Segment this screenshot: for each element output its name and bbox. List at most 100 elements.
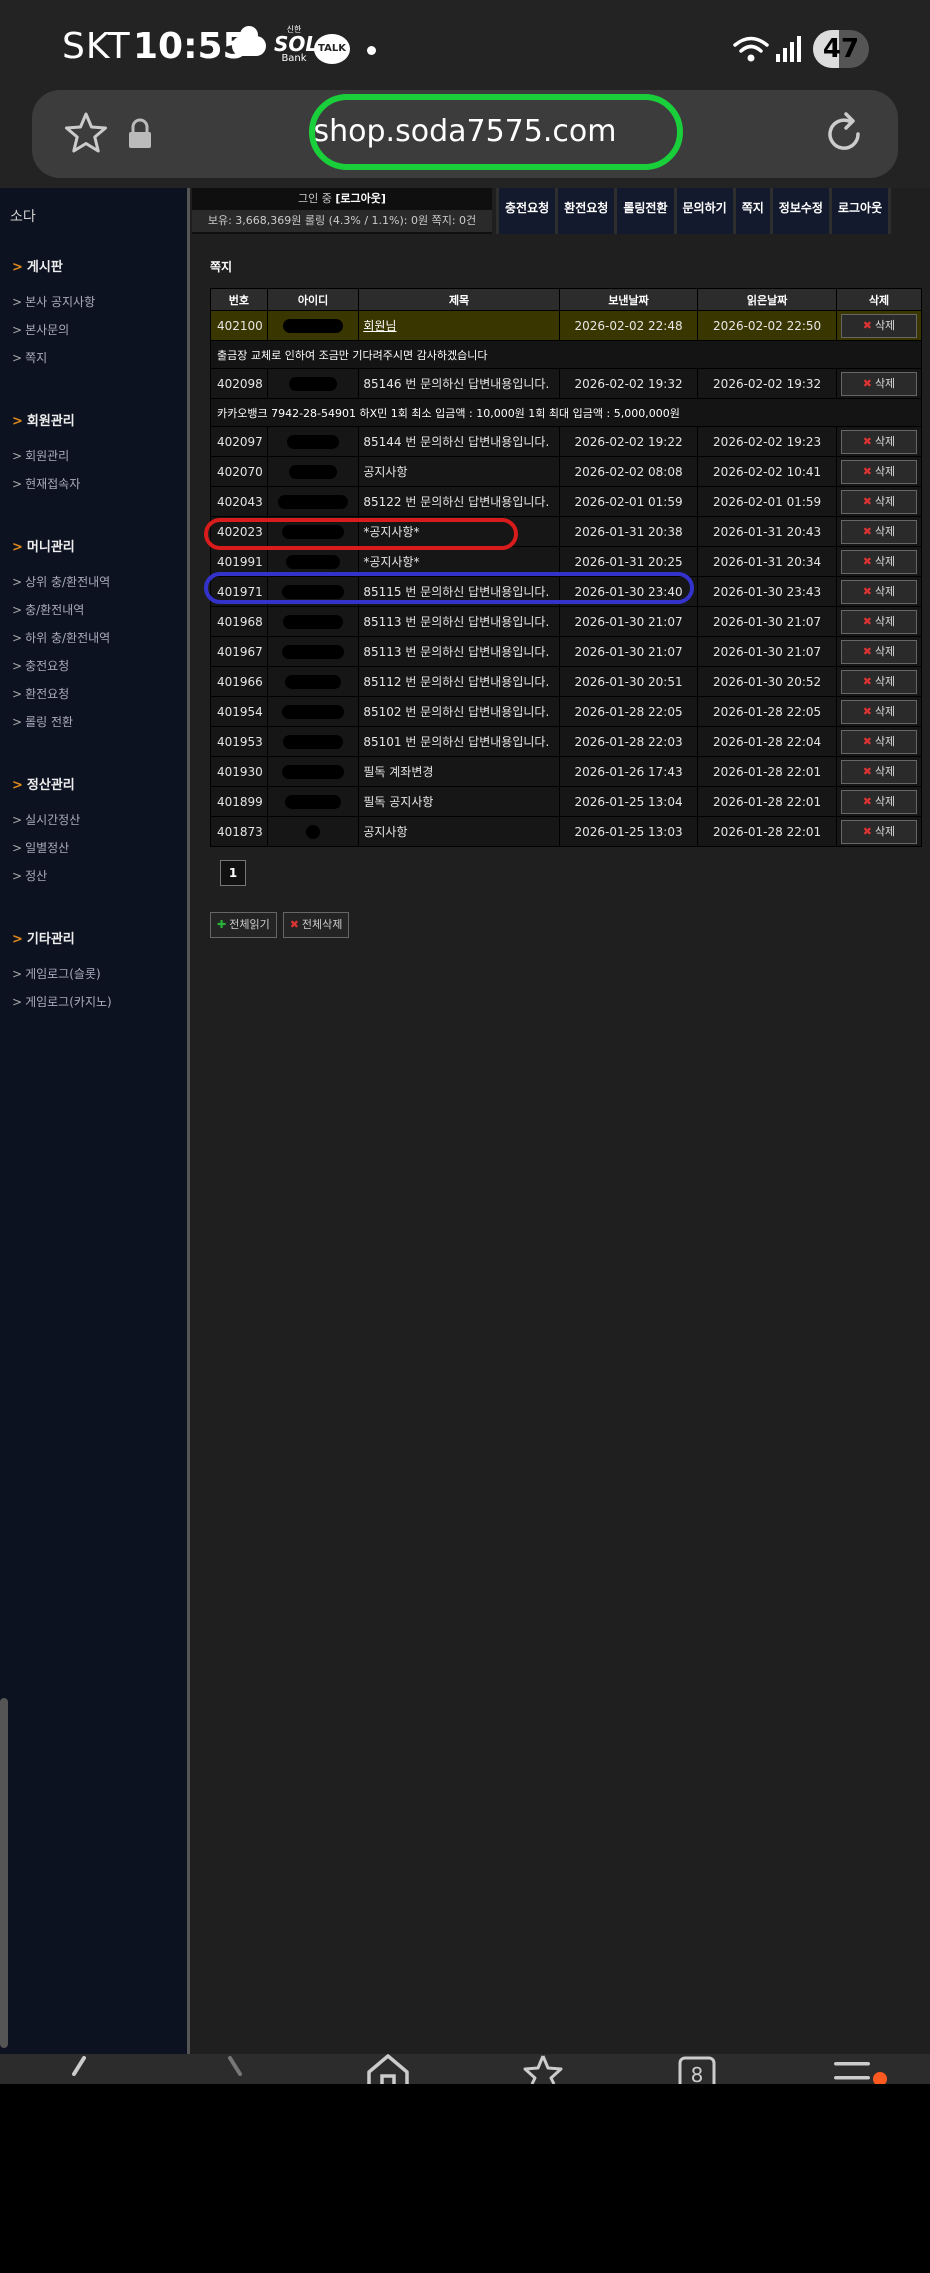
table-row[interactable]: 402097 85144 번 문의하신 답변내용입니다. 2026-02-02 19… xyxy=(210,426,923,457)
delete-button[interactable]: ✖ 삭제 xyxy=(840,669,917,694)
sidebar-group-title[interactable]: > 게시판 xyxy=(0,248,187,288)
sidebar-item[interactable]: > 쪽지 xyxy=(0,344,187,372)
sidebar-item[interactable]: > 상위 충/환전내역 xyxy=(0,568,187,596)
delete-button[interactable]: ✖ 삭제 xyxy=(840,699,917,724)
menu-icon[interactable] xyxy=(828,2054,878,2084)
nav-button[interactable]: 충전요청 xyxy=(496,188,559,234)
nav-button[interactable]: 문의하기 xyxy=(676,188,736,234)
sidebar-item[interactable]: > 회원관리 xyxy=(0,442,187,470)
nav-button[interactable]: 정보수정 xyxy=(772,188,832,234)
sidebar-item[interactable]: > 게임로그(카지노) xyxy=(0,988,187,1016)
delete-button[interactable]: ✖ 삭제 xyxy=(840,789,917,814)
nav-button[interactable]: 로그아웃 xyxy=(831,188,892,234)
message-subject-link[interactable]: 회원님 xyxy=(363,319,396,333)
delete-x-icon: ✖ xyxy=(862,644,872,658)
message-subject[interactable]: 85113 번 문의하신 답변내용입니다. xyxy=(363,615,549,629)
cloud-icon xyxy=(232,26,266,56)
message-no: 401873 xyxy=(210,816,268,847)
arrow-right-icon: > xyxy=(12,659,23,673)
table-row[interactable]: 401968 85113 번 문의하신 답변내용입니다. 2026-01-30 21… xyxy=(210,606,923,637)
message-subject[interactable]: 필독 계좌변경 xyxy=(363,765,433,779)
delete-button[interactable]: ✖ 삭제 xyxy=(840,579,917,604)
sidebar-item[interactable]: > 롤링 전환 xyxy=(0,708,187,736)
delete-button[interactable]: ✖ 삭제 xyxy=(840,313,917,338)
message-subject[interactable]: 공지사항 xyxy=(363,825,407,839)
read-date: 2026-01-28 22:01 xyxy=(697,816,837,847)
table-row[interactable]: 401930 필독 계좌변경 2026-01-26 17:43 2026-01-28 … xyxy=(210,756,923,787)
table-row[interactable]: 401873 공지사항 2026-01-25 13:03 2026-01-28 22:… xyxy=(210,816,923,847)
back-icon[interactable] xyxy=(54,2054,104,2084)
pagination-page[interactable]: 1 xyxy=(220,860,246,886)
delete-button[interactable]: ✖ 삭제 xyxy=(840,371,917,396)
message-subject[interactable]: 85144 번 문의하신 답변내용입니다. xyxy=(363,435,549,449)
message-subject[interactable]: 85112 번 문의하신 답변내용입니다. xyxy=(363,675,549,689)
nav-button[interactable]: 쪽지 xyxy=(735,188,773,234)
redacted-user-id xyxy=(266,726,360,757)
delete-button[interactable]: ✖ 삭제 xyxy=(840,489,917,514)
delete-x-icon: ✖ xyxy=(862,524,872,538)
delete-button[interactable]: ✖ 삭제 xyxy=(840,459,917,484)
sidebar-group-title[interactable]: > 회원관리 xyxy=(0,402,187,442)
delete-button[interactable]: ✖ 삭제 xyxy=(840,729,917,754)
message-subject[interactable]: 85101 번 문의하신 답변내용입니다. xyxy=(363,735,549,749)
address-bar[interactable]: shop.soda7575.com xyxy=(32,90,898,178)
delete-button[interactable]: ✖ 삭제 xyxy=(840,639,917,664)
message-subject[interactable]: 85122 번 문의하신 답변내용입니다. xyxy=(363,495,549,509)
redacted-user-id xyxy=(266,606,360,637)
sidebar-item[interactable]: > 일별정산 xyxy=(0,834,187,862)
delete-button[interactable]: ✖ 삭제 xyxy=(840,609,917,634)
delete-all-button[interactable]: ✖ 전체삭제 xyxy=(282,912,350,938)
arrow-right-icon: > xyxy=(12,449,23,463)
message-subject[interactable]: 85113 번 문의하신 답변내용입니다. xyxy=(363,645,549,659)
sidebar-item[interactable]: > 정산 xyxy=(0,862,187,890)
sidebar-item[interactable]: > 본사 공지사항 xyxy=(0,288,187,316)
message-subject[interactable]: *공지사항* xyxy=(363,555,419,569)
delete-button[interactable]: ✖ 삭제 xyxy=(840,429,917,454)
table-row[interactable]: 401967 85113 번 문의하신 답변내용입니다. 2026-01-30 21… xyxy=(210,636,923,667)
scroll-handle[interactable] xyxy=(0,1698,8,2048)
reload-icon[interactable] xyxy=(820,110,868,158)
nav-button[interactable]: 롤링전환 xyxy=(617,188,677,234)
sidebar-group-title[interactable]: > 머니관리 xyxy=(0,528,187,568)
table-row[interactable]: 401966 85112 번 문의하신 답변내용입니다. 2026-01-30 20… xyxy=(210,666,923,697)
sidebar-item[interactable]: > 환전요청 xyxy=(0,680,187,708)
message-subject[interactable]: 85146 번 문의하신 답변내용입니다. xyxy=(363,377,549,391)
sidebar-item[interactable]: > 게임로그(슬롯) xyxy=(0,960,187,988)
site-brand[interactable]: 소다 xyxy=(0,188,187,248)
delete-button[interactable]: ✖ 삭제 xyxy=(840,819,917,844)
sidebar-item[interactable]: > 하위 충/환전내역 xyxy=(0,624,187,652)
table-row[interactable]: 402070 공지사항 2026-02-02 08:08 2026-02-02 10:… xyxy=(210,456,923,487)
read-date: 2026-01-31 20:43 xyxy=(697,516,837,547)
message-no: 401967 xyxy=(210,636,268,667)
table-row[interactable]: 402043 85122 번 문의하신 답변내용입니다. 2026-02-01 01… xyxy=(210,486,923,517)
sidebar-item[interactable]: > 현재접속자 xyxy=(0,470,187,498)
message-subject[interactable]: 공지사항 xyxy=(363,465,407,479)
delete-button[interactable]: ✖ 삭제 xyxy=(840,519,917,544)
forward-icon[interactable] xyxy=(210,2054,260,2084)
sidebar-item[interactable]: > 충전요청 xyxy=(0,652,187,680)
battery-level: 47 xyxy=(822,34,860,64)
table-row[interactable]: 402098 85146 번 문의하신 답변내용입니다. 2026-02-02 19… xyxy=(210,368,923,399)
table-row[interactable]: 402100 회원님 2026-02-02 22:48 2026-02-02 22:5… xyxy=(210,310,923,341)
logout-link[interactable]: [로그아웃] xyxy=(335,192,386,205)
table-row[interactable]: 401899 필독 공지사항 2026-01-25 13:04 2026-01-28 … xyxy=(210,786,923,817)
read-all-button[interactable]: ✚ 전체읽기 xyxy=(210,912,277,938)
nav-button[interactable]: 환전요청 xyxy=(558,188,618,234)
message-subject[interactable]: 필독 공지사항 xyxy=(363,795,433,809)
sidebar-item[interactable]: > 본사문의 xyxy=(0,316,187,344)
bookmarks-icon[interactable] xyxy=(518,2054,568,2084)
sidebar-group-title[interactable]: > 정산관리 xyxy=(0,766,187,806)
sidebar-item[interactable]: > 실시간정산 xyxy=(0,806,187,834)
message-subject[interactable]: 85102 번 문의하신 답변내용입니다. xyxy=(363,705,549,719)
table-row[interactable]: 401953 85101 번 문의하신 답변내용입니다. 2026-01-28 22… xyxy=(210,726,923,757)
user-info-box: 그인 중 [로그아웃] 보유: 3,668,369원 롤링 (4.3% / 1.… xyxy=(192,188,492,234)
sidebar-group: > 게시판 > 본사 공지사항 > 본사문의 > 쪽지 xyxy=(0,248,187,402)
delete-button[interactable]: ✖ 삭제 xyxy=(840,549,917,574)
web-page: 소다 > 게시판 > 본사 공지사항 > 본사문의 > 쪽지 > 회원관리 > 회원관리 > 현재접속자 >… xyxy=(0,188,930,2054)
sidebar-group-title[interactable]: > 기타관리 xyxy=(0,920,187,960)
table-row[interactable]: 401954 85102 번 문의하신 답변내용입니다. 2026-01-28 22… xyxy=(210,696,923,727)
sidebar-item[interactable]: > 충/환전내역 xyxy=(0,596,187,624)
home-icon[interactable] xyxy=(363,2054,413,2084)
tabs-icon[interactable]: 8 xyxy=(672,2054,722,2084)
delete-button[interactable]: ✖ 삭제 xyxy=(840,759,917,784)
